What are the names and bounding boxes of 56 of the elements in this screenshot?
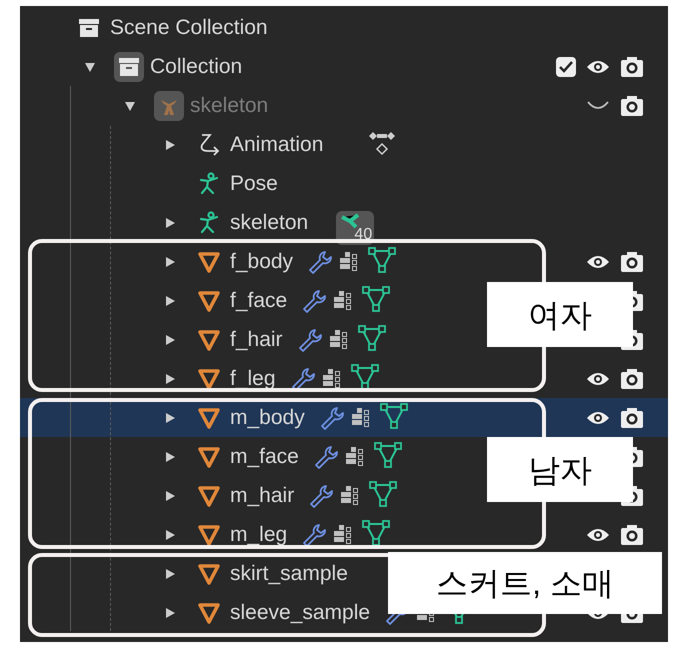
triangle-icon	[197, 484, 221, 506]
item-name: skeleton	[230, 214, 308, 232]
item-name: skirt_sample	[230, 564, 348, 582]
wrench-icon	[301, 288, 328, 314]
mesh-triangle-icon	[378, 402, 409, 430]
triangle-icon	[197, 602, 221, 624]
triangle-icon	[197, 562, 221, 584]
wrench-icon	[296, 326, 323, 352]
eye-icon	[586, 370, 610, 386]
annotation-label: 남자	[487, 437, 633, 502]
mesh-triangle-icon	[350, 362, 380, 390]
wrench-icon	[308, 482, 334, 508]
badge-count: 40	[354, 224, 372, 244]
box-icon	[78, 18, 100, 38]
armature-icon	[154, 90, 184, 120]
item-name: Pose	[230, 174, 278, 192]
triangle-icon	[197, 290, 221, 312]
mesh-triangle-icon	[372, 440, 403, 468]
eye-icon	[586, 526, 610, 542]
item-name: m_hair	[230, 486, 294, 504]
item-name: f_face	[230, 292, 288, 310]
item-name: m_body	[230, 408, 305, 426]
triangle-icon	[197, 406, 221, 428]
item-name: f_body	[230, 252, 294, 270]
item-name: m_leg	[230, 526, 288, 544]
wrench-icon	[312, 444, 339, 470]
triangle-icon	[197, 446, 221, 468]
mesh-triangle-icon	[367, 246, 398, 274]
wrench-icon	[318, 404, 345, 430]
eye-icon	[586, 58, 610, 74]
item-name: sleeve_sample	[230, 604, 370, 622]
triangle-icon	[197, 328, 221, 350]
collection-icon	[114, 52, 144, 82]
eye-icon	[586, 254, 610, 270]
item-name: Scene Collection	[110, 18, 268, 36]
item-name: m_face	[230, 448, 299, 466]
mesh-triangle-icon	[356, 324, 387, 352]
triangle-icon	[197, 368, 221, 390]
running-figure-icon	[197, 172, 221, 196]
mesh-triangle-icon	[368, 480, 398, 508]
item-name: Collection	[150, 58, 242, 76]
bone-icon	[340, 212, 360, 228]
figure-icon	[197, 210, 221, 234]
wrench-icon	[307, 248, 334, 274]
checkbox[interactable]	[556, 56, 576, 76]
annotation-label: 여자	[487, 282, 633, 347]
triangle-icon	[197, 250, 221, 272]
annotation-label: 스커트, 소매	[388, 552, 662, 614]
item-name: f_hair	[230, 330, 283, 348]
item-name: skeleton	[190, 96, 268, 114]
eye-icon	[586, 410, 610, 426]
mesh-triangle-icon	[361, 518, 392, 546]
wrench-icon	[301, 522, 328, 548]
triangle-icon	[197, 524, 221, 546]
mesh-triangle-icon	[361, 284, 392, 312]
item-name: Animation	[230, 136, 324, 154]
